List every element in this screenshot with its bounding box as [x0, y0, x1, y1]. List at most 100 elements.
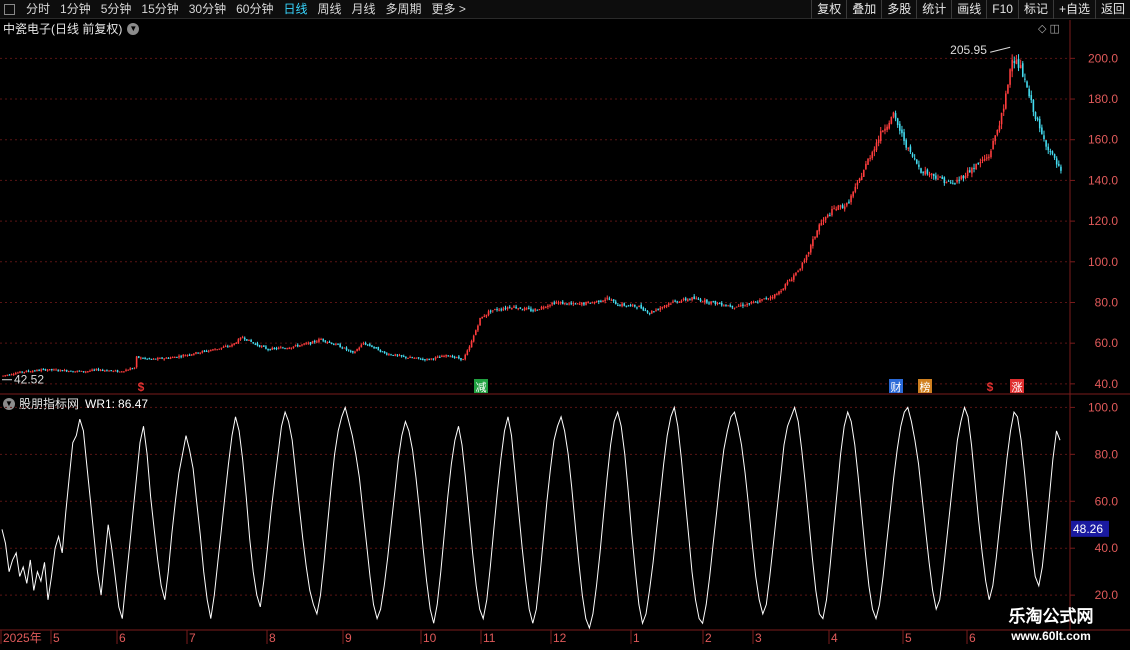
candle-body — [809, 245, 812, 253]
candle-body — [593, 302, 596, 304]
candle-body — [549, 305, 551, 307]
candle-body — [275, 348, 278, 350]
event-marker: 减 — [476, 381, 487, 394]
candle-body — [447, 355, 450, 357]
candle-body — [133, 367, 136, 369]
candle-body — [203, 350, 206, 352]
candle-body — [648, 313, 651, 315]
candle-body — [714, 300, 717, 305]
candle-body — [479, 317, 481, 326]
candle-body — [229, 345, 231, 347]
candle-body — [36, 369, 38, 371]
candle-body — [72, 371, 74, 373]
candle-body — [956, 179, 958, 183]
candle-body — [871, 152, 874, 159]
candle-body — [799, 268, 801, 271]
candle-body — [250, 339, 252, 342]
candle-body — [968, 170, 971, 173]
candle-body — [532, 310, 534, 312]
candle-body — [913, 158, 916, 160]
candle-body — [854, 186, 857, 192]
x-tick-label: 1 — [633, 631, 640, 645]
candle-body — [742, 304, 744, 306]
candle-body — [801, 262, 804, 269]
candle-body — [544, 307, 547, 309]
candle-body — [1013, 61, 1016, 63]
candle-body — [93, 369, 96, 371]
candle-body — [941, 176, 944, 179]
candle-body — [947, 180, 950, 182]
event-markers: $ 减 财 榜 $ 涨 — [138, 379, 1024, 394]
candle-body — [784, 284, 787, 289]
candle-body — [398, 355, 401, 357]
candle-body — [886, 126, 888, 130]
candle-body — [629, 305, 632, 307]
candle-body — [869, 157, 871, 159]
candle-body — [790, 279, 793, 282]
candle-body — [489, 310, 492, 312]
candle-body — [875, 142, 878, 151]
candle-body — [70, 370, 72, 372]
candle-body — [190, 354, 193, 356]
candle-body — [110, 370, 112, 372]
candle-body — [614, 301, 617, 305]
candle-body — [135, 356, 138, 368]
candle-body — [642, 307, 645, 311]
candle-body — [564, 302, 566, 304]
candle-body — [415, 357, 418, 359]
candle-body — [483, 316, 486, 318]
candle-body — [299, 345, 301, 347]
candle-body — [199, 352, 202, 354]
candle-body — [373, 346, 375, 348]
candle-body — [104, 370, 106, 372]
candle-body — [309, 342, 312, 345]
candle-body — [795, 272, 797, 276]
candle-body — [436, 356, 439, 358]
price-annotations: 205.95 42.52 — [2, 43, 1011, 387]
candle-body — [491, 310, 494, 312]
candle-body — [466, 350, 469, 356]
candle-body — [400, 355, 403, 357]
candle-body — [220, 347, 223, 349]
y-tick-label: 80.0 — [1095, 447, 1119, 461]
candle-body — [352, 351, 354, 353]
candle-body — [676, 301, 679, 303]
candle-body — [502, 308, 505, 311]
candle-body — [595, 300, 598, 302]
candle-body — [402, 356, 405, 358]
candle-body — [364, 343, 367, 345]
candle-body — [752, 302, 755, 304]
candle-body — [445, 354, 447, 357]
candle-body — [407, 357, 409, 359]
candle-body — [525, 308, 528, 310]
candle-body — [812, 239, 814, 246]
candle-body — [123, 371, 125, 373]
candle-body — [966, 170, 969, 177]
candle-body — [691, 297, 693, 301]
candle-body — [706, 299, 708, 303]
candle-body — [604, 299, 606, 302]
candle-body — [653, 311, 655, 313]
candle-body — [559, 302, 562, 304]
candle-body — [254, 343, 257, 345]
candle-body — [975, 163, 977, 170]
candle-body — [680, 300, 683, 303]
candle-body — [428, 358, 430, 360]
candle-body — [894, 113, 897, 119]
candle-body — [708, 302, 710, 304]
candle-body — [920, 168, 922, 173]
candle-body — [358, 347, 361, 350]
candle-body — [67, 371, 70, 373]
candle-body — [496, 309, 498, 311]
candle-body — [108, 370, 110, 372]
candle-body — [347, 349, 350, 351]
candle-body — [1005, 93, 1007, 109]
candle-body — [803, 260, 806, 263]
candle-body — [80, 370, 83, 372]
candle-body — [973, 167, 975, 169]
chart-canvas[interactable]: 40.060.080.0100.0120.0140.0160.0180.0200… — [0, 0, 1130, 650]
candle-body — [131, 368, 134, 370]
candle-body — [911, 153, 914, 157]
candle-body — [1030, 95, 1033, 101]
candle-body — [899, 123, 901, 131]
